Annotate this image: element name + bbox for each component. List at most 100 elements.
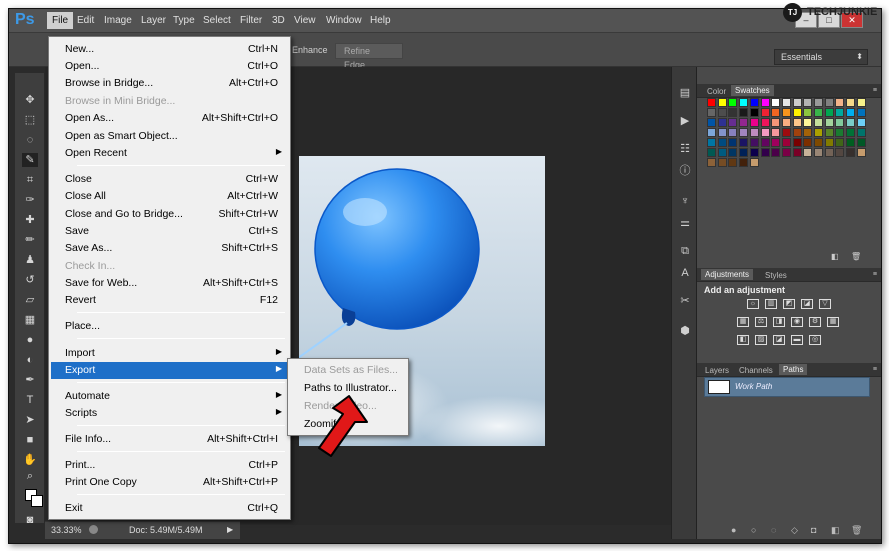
- dodge-tool-icon[interactable]: ◐: [22, 353, 38, 367]
- path-selection-icon[interactable]: ➤: [22, 413, 38, 427]
- load-selection-icon[interactable]: ◌: [771, 525, 776, 535]
- menu-item-browse-mini-bridge[interactable]: Browse in Mini Bridge...: [51, 93, 288, 110]
- color-swatch[interactable]: [707, 148, 716, 157]
- color-swatch[interactable]: [717, 98, 727, 107]
- color-swatch[interactable]: [846, 98, 856, 107]
- color-swatch[interactable]: [856, 148, 866, 157]
- color-swatch[interactable]: [792, 148, 802, 157]
- gradient-map-icon[interactable]: ▬: [791, 335, 803, 345]
- color-swatch[interactable]: [814, 108, 823, 117]
- color-swatch[interactable]: [749, 158, 759, 167]
- clone-source-icon[interactable]: ⧉: [678, 245, 692, 257]
- color-swatch[interactable]: [717, 118, 727, 127]
- info-panel-icon[interactable]: ⓘ: [678, 165, 692, 177]
- color-swatch[interactable]: [846, 128, 856, 137]
- color-swatch[interactable]: [803, 128, 813, 137]
- color-swatch[interactable]: [856, 98, 866, 107]
- color-swatch[interactable]: [803, 138, 813, 147]
- color-swatch[interactable]: [835, 118, 845, 127]
- menu-item-automate[interactable]: Automate ▶: [51, 388, 288, 405]
- color-swatch[interactable]: [749, 98, 759, 107]
- color-swatch[interactable]: [707, 108, 716, 117]
- tab-color[interactable]: Color: [703, 86, 730, 97]
- color-swatch[interactable]: [707, 98, 716, 107]
- brush-presets-icon[interactable]: ⚌: [678, 217, 692, 229]
- color-swatch[interactable]: [835, 148, 845, 157]
- tab-styles[interactable]: Styles: [761, 270, 791, 281]
- color-swatch[interactable]: [739, 118, 749, 127]
- tab-channels[interactable]: Channels: [735, 365, 777, 376]
- history-panel-icon[interactable]: ▤: [678, 87, 692, 99]
- history-brush-icon[interactable]: ↺: [22, 273, 38, 287]
- quick-selection-tool-icon[interactable]: ✎: [22, 153, 38, 167]
- tab-layers[interactable]: Layers: [701, 365, 733, 376]
- work-path-row[interactable]: Work Path: [704, 377, 870, 397]
- color-swatch[interactable]: [771, 98, 781, 107]
- menu-item-new[interactable]: New... Ctrl+N: [51, 41, 288, 58]
- marquee-tool-icon[interactable]: ⬚: [22, 113, 38, 127]
- menu-item-save-for-web[interactable]: Save for Web... Alt+Shift+Ctrl+S: [51, 275, 288, 292]
- color-swatch[interactable]: [717, 128, 727, 137]
- new-swatch-icon[interactable]: ◧: [831, 252, 839, 261]
- levels-icon[interactable]: ▥: [765, 299, 777, 309]
- color-swatch[interactable]: [717, 108, 727, 117]
- color-swatch[interactable]: [846, 118, 856, 127]
- fill-path-icon[interactable]: ●: [731, 525, 736, 535]
- color-swatch[interactable]: [792, 98, 802, 107]
- channel-mixer-icon[interactable]: ⚙: [809, 317, 821, 327]
- color-swatch[interactable]: [856, 128, 866, 137]
- menu-3d[interactable]: 3D: [268, 14, 289, 27]
- panel-menu-icon[interactable]: ≡: [873, 271, 877, 278]
- color-swatch[interactable]: [792, 108, 802, 117]
- color-swatch[interactable]: [771, 118, 781, 127]
- color-swatch[interactable]: [739, 158, 749, 167]
- menu-item-export[interactable]: Export ▶: [51, 362, 288, 379]
- menu-item-import[interactable]: Import ▶: [51, 345, 288, 362]
- color-swatch[interactable]: [707, 138, 716, 147]
- color-swatch[interactable]: [771, 128, 781, 137]
- color-swatch[interactable]: [803, 118, 813, 127]
- menu-window[interactable]: Window: [322, 14, 366, 27]
- color-swatch[interactable]: [728, 108, 738, 117]
- zoom-tool-icon[interactable]: ⌕: [22, 469, 38, 483]
- menu-item-print[interactable]: Print... Ctrl+P: [51, 457, 288, 474]
- menu-item-print-one-copy[interactable]: Print One Copy Alt+Shift+Ctrl+P: [51, 474, 288, 491]
- color-swatch[interactable]: [739, 128, 749, 137]
- color-swatch[interactable]: [728, 128, 738, 137]
- clone-stamp-icon[interactable]: ♟: [22, 253, 38, 267]
- color-swatch[interactable]: [739, 148, 749, 157]
- type-tool-icon[interactable]: T: [22, 393, 38, 407]
- color-swatch[interactable]: [814, 118, 823, 127]
- color-swatch[interactable]: [803, 108, 813, 117]
- brightness-icon[interactable]: ☼: [747, 299, 759, 309]
- actions-panel-icon[interactable]: ▶: [678, 115, 692, 127]
- color-swatch[interactable]: [717, 148, 727, 157]
- color-swatch[interactable]: [728, 148, 738, 157]
- color-swatch[interactable]: [760, 98, 770, 107]
- color-balance-icon[interactable]: ⚖: [755, 317, 767, 327]
- color-swatch[interactable]: [707, 128, 716, 137]
- crop-tool-icon[interactable]: ⌗: [22, 173, 38, 187]
- menu-item-open-smart-object[interactable]: Open as Smart Object...: [51, 128, 288, 145]
- selective-color-icon[interactable]: ◎: [809, 335, 821, 345]
- lasso-tool-icon[interactable]: ◌: [22, 133, 38, 147]
- color-swatch[interactable]: [707, 118, 716, 127]
- color-swatch[interactable]: [846, 138, 856, 147]
- color-lookup-icon[interactable]: ▦: [827, 317, 839, 327]
- submenu-item-data-sets[interactable]: Data Sets as Files...: [290, 362, 406, 379]
- color-swatch[interactable]: [728, 158, 738, 167]
- menu-edit[interactable]: Edit: [73, 14, 98, 27]
- color-swatch[interactable]: [760, 128, 770, 137]
- tab-swatches[interactable]: Swatches: [731, 85, 774, 96]
- make-work-path-icon[interactable]: ◇: [791, 525, 798, 536]
- color-swatch[interactable]: [792, 128, 802, 137]
- gradient-tool-icon[interactable]: ▦: [22, 313, 38, 327]
- color-swatch[interactable]: [707, 158, 716, 167]
- auto-enhance-option[interactable]: Enhance: [284, 43, 336, 59]
- color-swatch[interactable]: [717, 158, 727, 167]
- color-swatch[interactable]: [856, 138, 866, 147]
- color-swatch[interactable]: [781, 108, 791, 117]
- vibrance-icon[interactable]: ▽: [819, 299, 831, 309]
- menu-layer[interactable]: Layer: [137, 14, 170, 27]
- brush-panel-icon[interactable]: ♆: [678, 195, 692, 207]
